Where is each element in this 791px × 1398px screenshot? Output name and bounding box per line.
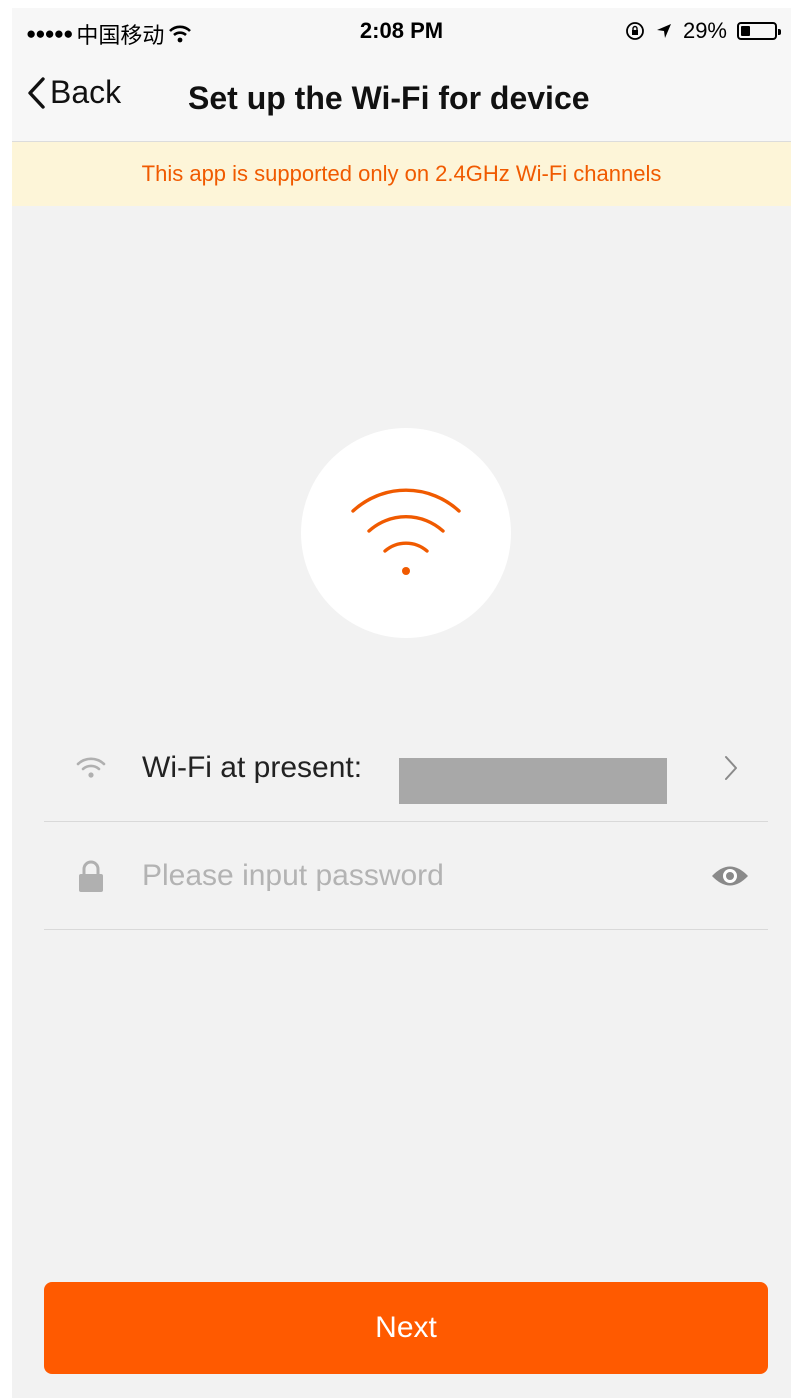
chevron-left-icon [28, 76, 45, 109]
app-screen: ●●●●● 中国移动 2:08 PM 29% Back Set up the W… [12, 8, 791, 1398]
wifi-large-icon [351, 488, 461, 575]
back-label: Back [50, 74, 122, 110]
password-row [44, 822, 768, 930]
banner-text: This app is supported only on 2.4GHz Wi-… [141, 161, 662, 186]
wifi-icon [76, 757, 106, 778]
location-arrow-icon [656, 24, 671, 38]
next-button[interactable]: Next [44, 1282, 768, 1374]
chevron-right-icon [725, 755, 737, 780]
battery-percent: 29% [682, 18, 727, 43]
frequency-warning-banner: This app is supported only on 2.4GHz Wi-… [12, 142, 791, 206]
ssid-redacted [399, 758, 667, 804]
password-input[interactable] [142, 850, 682, 901]
navigation-bar: Back Set up the Wi-Fi for device [12, 52, 791, 142]
wifi-illustration [301, 428, 511, 638]
wifi-label: Wi-Fi at present: [142, 750, 363, 784]
back-button[interactable]: Back [26, 74, 121, 111]
eye-icon[interactable] [710, 863, 750, 889]
current-wifi-row[interactable]: Wi-Fi at present: [44, 714, 768, 822]
battery-icon [737, 22, 781, 40]
page-title: Set up the Wi-Fi for device [188, 80, 590, 116]
status-bar: ●●●●● 中国移动 2:08 PM 29% [12, 8, 791, 52]
lock-icon [79, 860, 103, 892]
rotation-lock-icon [626, 22, 644, 40]
status-right: 29% [625, 18, 781, 44]
battery-level [741, 26, 750, 36]
